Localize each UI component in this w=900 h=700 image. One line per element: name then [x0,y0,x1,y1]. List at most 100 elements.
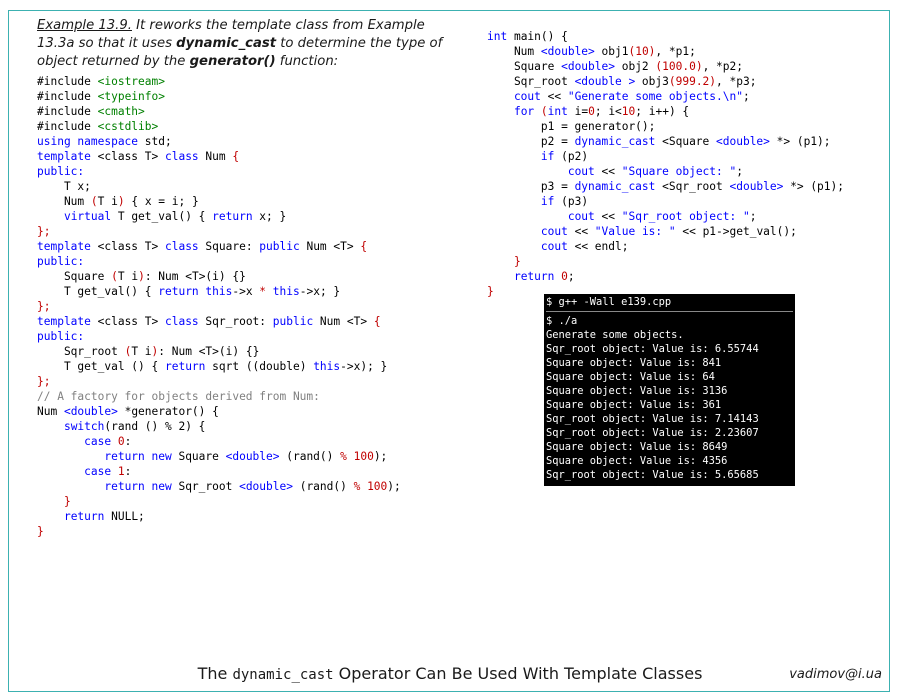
code-token: << [547,90,568,103]
code-token: p1 = generator(); [487,120,656,133]
terminal-output: $ g++ -Wall e139.cpp $ ./a Generate some… [544,294,795,486]
code-token: cout [540,240,575,253]
code-token: // A factory for objects derived from Nu… [37,390,320,403]
code-token: x; } [259,210,287,223]
code-token: % 100 [353,480,388,493]
code-left-line: #include <typeinfo> [37,89,401,104]
code-left-line: case 1: [37,464,401,479]
code-token: "Square object: " [621,165,737,178]
code-listing-left: #include <iostream> #include <typeinfo> #i… [37,74,401,539]
code-token: ; [742,90,750,103]
terminal-output-line: Square object: Value is: 361 [546,399,722,411]
example-label: Example 13.9. [37,18,132,33]
code-left-line: switch(rand () % 2) { [37,419,401,434]
code-token: 0 [561,270,568,283]
code-left-line: }; [37,299,401,314]
code-token: int [487,30,514,43]
terminal-output-line: Sqr_root object: Value is: 2.23607 [546,427,759,439]
code-token: return this [158,285,233,298]
code-left-line: #include <cmath> [37,104,401,119]
code-token: public [259,240,307,253]
slide-title-post: Operator Can Be Used With Template Class… [333,664,703,683]
code-token: <cmath> [97,105,145,118]
code-token: Sqr_root [487,75,575,88]
terminal-output-line: Square object: Value is: 4356 [546,455,728,467]
code-token: public: [37,255,85,268]
terminal-run: $ ./a [546,315,578,327]
code-token: Num [37,195,91,208]
code-left-line: return NULL; [37,509,401,524]
code-right-line: cout << "Sqr_root object: "; [487,209,844,224]
code-token: } [37,495,71,508]
code-token: int [547,105,575,118]
code-token: cout [567,210,602,223]
code-left-line: Sqr_root (T i): Num <T>(i) {} [37,344,401,359]
code-token: switch [63,420,105,433]
code-token: << [601,165,622,178]
terminal-output-line: Sqr_root object: Value is: 7.14143 [546,413,759,425]
code-token: return new [104,450,179,463]
code-token: p3 = [487,180,575,193]
code-token: ( [111,270,118,283]
code-right-line: int main() { [487,29,844,44]
code-token: (100.0) [655,60,703,73]
code-token: ->x; } [299,285,341,298]
code-right-line: return 0; [487,269,844,284]
code-token: case [84,465,118,478]
code-token: #include [37,105,98,118]
terminal-output-lines: Generate some objects. Sqr_root object: V… [546,328,793,482]
code-token: return [63,510,112,523]
code-token: { [232,150,240,163]
code-token: , *p1; [655,45,696,58]
code-token: ); [387,480,401,493]
code-token: NULL; [111,510,145,523]
code-token: , *p2; [702,60,743,73]
code-token: #include [37,90,98,103]
code-token: <double> [63,405,125,418]
code-right-line: Num <double> obj1(10), *p1; [487,44,844,59]
code-token: Square [487,60,562,73]
intro-keyword-generator: generator() [189,54,276,69]
code-token: #include [37,75,98,88]
code-left-line: using namespace std; [37,134,401,149]
code-token: (p2) [561,150,589,163]
terminal-output-line: Sqr_root object: Value is: 6.55744 [546,343,759,355]
code-token: }; [37,375,51,388]
code-token: return [513,270,562,283]
code-token: Num [487,45,541,58]
code-token: class [164,150,206,163]
code-token: <double > [574,75,642,88]
code-token: class [164,240,206,253]
terminal-output-line: Square object: Value is: 8649 [546,441,728,453]
code-right-line: cout << "Generate some objects.\n"; [487,89,844,104]
code-token: template [37,150,98,163]
code-token: Sqr_root [178,480,240,493]
code-left-line: template <class T> class Square: public … [37,239,401,254]
code-token: cout [487,90,548,103]
code-token: *> (p1); [776,135,831,148]
code-token: <class T> [97,240,165,253]
terminal-output-line: Sqr_root object: Value is: 5.65685 [546,469,759,481]
code-token: Square [37,270,112,283]
code-left-line: // A factory for objects derived from Nu… [37,389,401,404]
code-token: T get_val() { [117,210,213,223]
code-right-line: p1 = generator(); [487,119,844,134]
code-token: sqrt ((double) [212,360,314,373]
code-left-line: } [37,524,401,539]
code-token: 1 [117,465,125,478]
code-right-line: Sqr_root <double > obj3(999.2), *p3; [487,74,844,89]
code-token: 0 [588,105,595,118]
code-token: *generator() { [124,405,219,418]
code-token: { [373,315,381,328]
terminal-command: $ g++ -Wall e139.cpp [546,296,672,308]
code-token: Num <T> [306,240,361,253]
code-left-line: T get_val() { return this->x * this->x; … [37,284,401,299]
code-token: (999.2) [668,75,717,88]
code-token: ; [567,270,575,283]
